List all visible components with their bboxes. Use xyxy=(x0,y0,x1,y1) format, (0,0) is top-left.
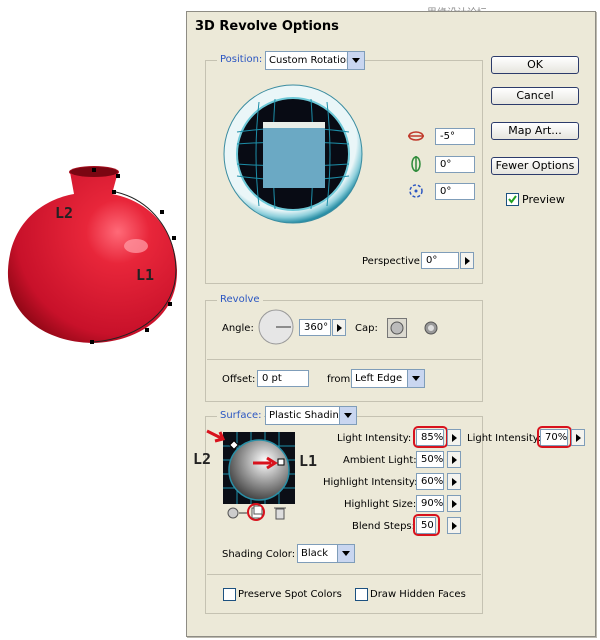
chevron-down-icon xyxy=(347,52,364,69)
highlight-size-label: Highlight Size: xyxy=(344,499,417,510)
revolve-divider xyxy=(207,359,481,360)
perspective-arrow[interactable] xyxy=(460,252,474,269)
new-light-highlight xyxy=(247,503,265,521)
3d-revolve-options-dialog: 3D Revolve Options Position: Custom Rota… xyxy=(186,11,596,637)
light-intensity-highlight xyxy=(413,426,448,448)
ambient-light-field[interactable]: 50% xyxy=(416,451,444,468)
light-intensity-2-arrow[interactable] xyxy=(571,429,585,446)
from-select[interactable]: Left Edge xyxy=(351,369,425,388)
highlight-size-field[interactable]: 90% xyxy=(416,495,444,512)
sphere-label-l1: L1 xyxy=(299,452,318,470)
rotate-x-icon xyxy=(408,131,424,141)
lighting-sphere-preview[interactable] xyxy=(223,432,295,504)
ambient-light-arrow[interactable] xyxy=(447,451,461,468)
sphere-label-l2: L2 xyxy=(193,450,212,468)
offset-field[interactable]: 0 pt xyxy=(257,370,309,387)
label-l1: L1 xyxy=(136,266,154,284)
map-art-button[interactable]: Map Art... xyxy=(491,122,579,140)
revolve-group xyxy=(205,300,483,402)
position-label: Position: xyxy=(217,54,266,65)
z-rotation-field[interactable]: 0° xyxy=(435,183,475,200)
offset-label: Offset: xyxy=(222,374,256,385)
shading-color-label: Shading Color: xyxy=(222,549,296,560)
highlight-intensity-label: Highlight Intensity: xyxy=(323,477,418,488)
preserve-spot-colors-label: Preserve Spot Colors xyxy=(238,589,342,600)
dialog-title: 3D Revolve Options xyxy=(195,19,339,34)
shading-color-select[interactable]: Black xyxy=(297,544,355,563)
arrow-to-light-icon xyxy=(206,429,226,443)
x-rotation-field[interactable]: -5° xyxy=(435,128,475,145)
perspective-label: Perspective: xyxy=(362,256,424,267)
light-intensity-label: Light Intensity: xyxy=(337,433,412,444)
highlight-intensity-field[interactable]: 60% xyxy=(416,473,444,490)
chevron-down-icon xyxy=(339,407,356,424)
move-light-back-icon[interactable] xyxy=(225,506,249,520)
angle-field[interactable]: 360° xyxy=(299,319,331,336)
rotate-z-icon xyxy=(409,184,423,198)
preview-label: Preview xyxy=(522,193,565,206)
vase-body xyxy=(7,166,178,343)
angle-dial[interactable] xyxy=(257,308,295,346)
highlight-size-arrow[interactable] xyxy=(447,495,461,512)
trash-icon[interactable] xyxy=(273,505,287,521)
light-intensity-arrow[interactable] xyxy=(447,429,461,446)
label-l2: L2 xyxy=(55,204,73,222)
rotate-y-icon xyxy=(411,156,421,172)
from-label: from xyxy=(327,374,351,385)
preview-checkbox[interactable] xyxy=(506,193,519,206)
blend-steps-highlight xyxy=(413,514,440,536)
position-select[interactable]: Custom Rotation xyxy=(265,51,365,70)
cancel-button[interactable]: Cancel xyxy=(491,87,579,105)
y-rotation-field[interactable]: 0° xyxy=(435,156,475,173)
draw-hidden-faces-checkbox[interactable] xyxy=(355,588,368,601)
ambient-light-label: Ambient Light: xyxy=(343,455,417,466)
ok-button[interactable]: OK xyxy=(491,56,579,74)
cap-on-icon[interactable] xyxy=(387,318,407,338)
cap-label: Cap: xyxy=(355,323,378,334)
surface-label: Surface: xyxy=(217,410,265,421)
title-bar: 3D Revolve Options xyxy=(187,12,595,40)
perspective-field[interactable]: 0° xyxy=(421,252,459,269)
red-vase-illustration: L2 L1 xyxy=(7,166,178,344)
revolve-title: Revolve xyxy=(217,294,263,305)
surface-divider xyxy=(207,574,481,575)
blend-steps-label: Blend Steps: xyxy=(352,521,416,532)
blend-steps-arrow[interactable] xyxy=(447,517,461,534)
chevron-down-icon xyxy=(407,370,424,387)
light-intensity-2-highlight xyxy=(537,426,572,448)
preserve-spot-colors-checkbox[interactable] xyxy=(223,588,236,601)
rotation-track-cube[interactable] xyxy=(223,84,363,224)
cap-off-icon[interactable] xyxy=(423,320,439,336)
chevron-down-icon xyxy=(337,545,354,562)
draw-hidden-faces-label: Draw Hidden Faces xyxy=(370,589,466,600)
angle-label: Angle: xyxy=(222,323,254,334)
surface-select[interactable]: Plastic Shading xyxy=(265,406,357,425)
highlight-intensity-arrow[interactable] xyxy=(447,473,461,490)
light-intensity-2-label: Light Intensity: xyxy=(467,433,542,444)
fewer-options-button[interactable]: Fewer Options xyxy=(491,157,579,175)
angle-arrow[interactable] xyxy=(332,319,346,336)
